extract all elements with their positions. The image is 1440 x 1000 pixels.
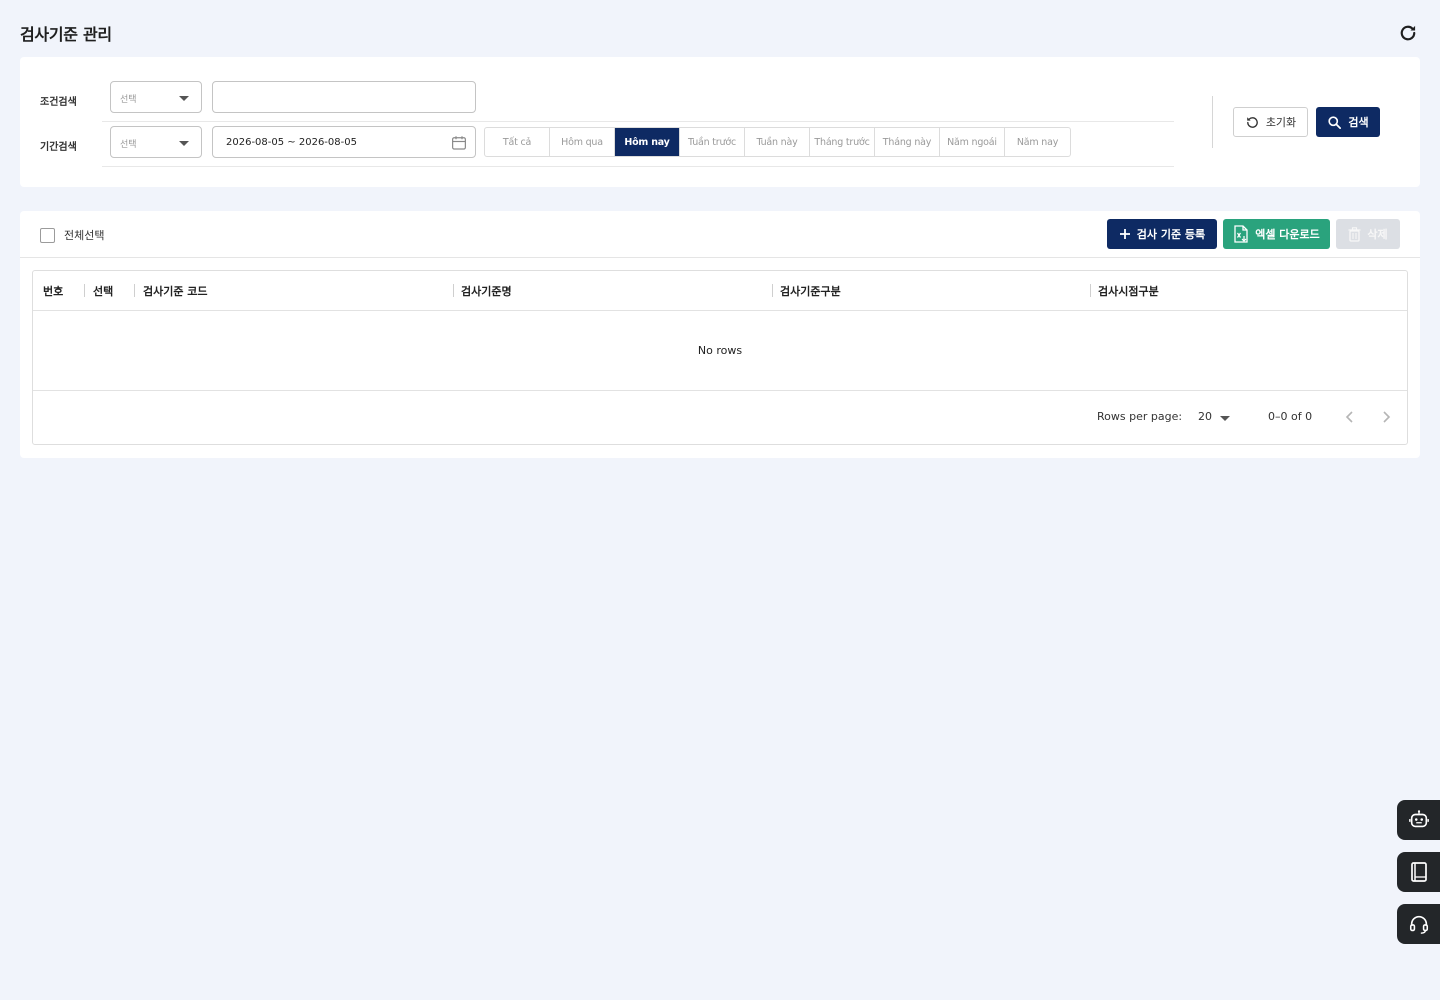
period-last-year-button[interactable]: Năm ngoái bbox=[940, 128, 1005, 156]
grid-header: 번호 선택 검사기준 코드 검사기준명 검사기준구분 검사시점구분 bbox=[33, 271, 1407, 311]
reset-button[interactable]: 초기화 bbox=[1233, 107, 1308, 137]
period-search-label: 기간검색 bbox=[40, 142, 77, 153]
delete-button[interactable]: 삭제 bbox=[1336, 219, 1400, 249]
excel-file-icon bbox=[1234, 225, 1248, 243]
page-range-text: 0–0 of 0 bbox=[1268, 410, 1313, 423]
period-today-button[interactable]: Hôm nay bbox=[615, 128, 680, 156]
period-select-placeholder: 선택 bbox=[120, 140, 137, 150]
add-label: 검사 기준 등록 bbox=[1136, 228, 1206, 241]
select-all-checkbox[interactable] bbox=[40, 227, 55, 243]
column-header-category[interactable]: 검사기준구분 bbox=[780, 283, 841, 299]
condition-select[interactable]: 선택 bbox=[110, 81, 202, 113]
excel-download-button[interactable]: 엑셀 다운로드 bbox=[1223, 219, 1330, 249]
trash-icon bbox=[1348, 226, 1361, 242]
empty-text: No rows bbox=[697, 344, 743, 357]
calendar-icon[interactable] bbox=[450, 134, 468, 152]
column-separator[interactable] bbox=[84, 284, 85, 297]
vertical-separator bbox=[1212, 96, 1213, 148]
select-all-label: 전체선택 bbox=[64, 229, 105, 242]
column-header-number[interactable]: 번호 bbox=[43, 283, 63, 299]
chatbot-button[interactable] bbox=[1397, 800, 1440, 840]
row-divider bbox=[102, 166, 1174, 167]
period-button-group: Tất cả Hôm qua Hôm nay Tuần trước Tuần n… bbox=[484, 127, 1071, 157]
data-grid: 번호 선택 검사기준 코드 검사기준명 검사기준구분 검사시점구분 No row… bbox=[32, 270, 1408, 445]
add-inspection-standard-button[interactable]: 검사 기준 등록 bbox=[1107, 219, 1217, 249]
delete-label: 삭제 bbox=[1367, 228, 1388, 241]
period-this-year-button[interactable]: Năm nay bbox=[1005, 128, 1070, 156]
headset-icon bbox=[1409, 915, 1428, 934]
period-this-month-button[interactable]: Tháng này bbox=[875, 128, 940, 156]
column-separator[interactable] bbox=[134, 284, 135, 297]
search-button[interactable]: 검색 bbox=[1316, 107, 1380, 137]
search-label: 검색 bbox=[1348, 116, 1369, 129]
period-last-month-button[interactable]: Tháng trước bbox=[810, 128, 875, 156]
empty-rows-message: No rows bbox=[33, 311, 1407, 391]
search-panel: 조건검색 선택 기간검색 선택 2026-08-05 ~ 2026-08-05 … bbox=[20, 57, 1420, 187]
column-header-name[interactable]: 검사기준명 bbox=[461, 283, 512, 299]
manual-button[interactable] bbox=[1397, 852, 1440, 892]
toolbar-divider bbox=[20, 257, 1420, 258]
period-last-week-button[interactable]: Tuần trước bbox=[680, 128, 745, 156]
column-header-timing[interactable]: 검사시점구분 bbox=[1098, 283, 1159, 299]
column-header-code[interactable]: 검사기준 코드 bbox=[143, 283, 208, 299]
refresh-button[interactable] bbox=[1396, 22, 1420, 44]
rows-per-page-select[interactable]: 20 bbox=[1198, 410, 1212, 423]
period-all-button[interactable]: Tất cả bbox=[485, 128, 550, 156]
date-range-value: 2026-08-05 ~ 2026-08-05 bbox=[226, 137, 357, 148]
row-divider bbox=[102, 121, 1174, 122]
rows-per-page-label: Rows per page: bbox=[1097, 410, 1183, 423]
search-icon bbox=[1328, 115, 1342, 129]
excel-label: 엑셀 다운로드 bbox=[1255, 228, 1320, 241]
period-this-week-button[interactable]: Tuần này bbox=[745, 128, 810, 156]
book-icon bbox=[1410, 862, 1427, 882]
date-range-input[interactable]: 2026-08-05 ~ 2026-08-05 bbox=[212, 126, 476, 158]
chevron-down-icon bbox=[179, 141, 189, 146]
reset-icon bbox=[1246, 116, 1258, 128]
page-title: 검사기준 관리 bbox=[20, 25, 112, 44]
select-all[interactable]: 전체선택 bbox=[40, 227, 104, 243]
column-separator[interactable] bbox=[453, 284, 454, 297]
chevron-down-icon[interactable] bbox=[1220, 416, 1230, 421]
condition-search-input[interactable] bbox=[212, 81, 476, 113]
plus-icon bbox=[1119, 229, 1130, 239]
next-page-icon[interactable] bbox=[1378, 409, 1394, 425]
data-panel: 전체선택 검사 기준 등록 엑셀 다운로드 삭제 번호 선택 검사기준 코드 검… bbox=[20, 211, 1420, 458]
support-button[interactable] bbox=[1397, 904, 1440, 944]
pagination: Rows per page: 20 0–0 of 0 bbox=[33, 392, 1407, 444]
previous-page-icon[interactable] bbox=[1342, 409, 1358, 425]
robot-icon bbox=[1408, 810, 1429, 828]
reset-label: 초기화 bbox=[1265, 116, 1297, 129]
refresh-icon bbox=[1400, 25, 1416, 41]
column-separator[interactable] bbox=[1090, 284, 1091, 297]
chevron-down-icon bbox=[179, 96, 189, 101]
condition-search-label: 조건검색 bbox=[40, 97, 77, 108]
column-separator[interactable] bbox=[772, 284, 773, 297]
condition-select-placeholder: 선택 bbox=[120, 95, 137, 105]
period-select[interactable]: 선택 bbox=[110, 126, 202, 158]
column-header-select[interactable]: 선택 bbox=[93, 283, 113, 299]
period-yesterday-button[interactable]: Hôm qua bbox=[550, 128, 615, 156]
